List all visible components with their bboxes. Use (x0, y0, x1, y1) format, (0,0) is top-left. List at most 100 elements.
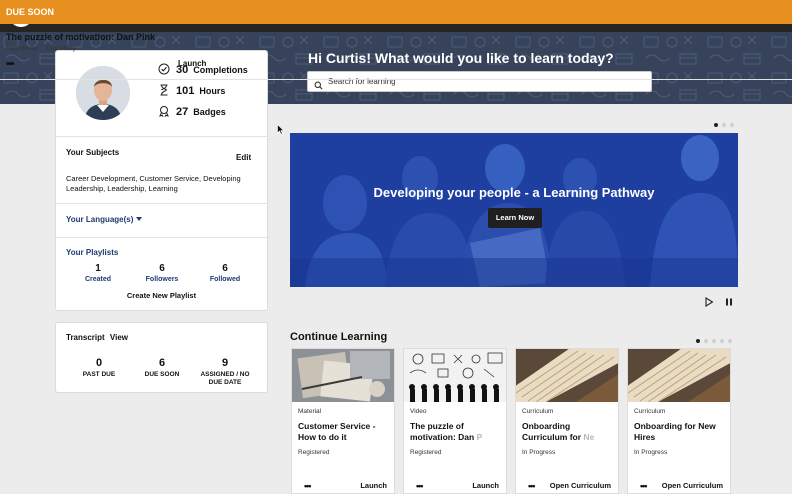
launch-button[interactable]: Launch (178, 59, 206, 68)
course-type: Material (298, 408, 322, 415)
course-title-line2: Hires (634, 432, 730, 443)
course-title-fade: Ne (583, 432, 595, 442)
launch-button[interactable]: Launch (360, 481, 387, 490)
caret-down-icon (136, 217, 143, 221)
course-thumbnail (292, 349, 394, 402)
carousel-dot[interactable] (712, 339, 716, 343)
course-status: Registered (298, 449, 330, 456)
course-thumbnail (516, 349, 618, 402)
languages-label: Your Language(s) (66, 215, 134, 224)
divider (56, 203, 267, 204)
due-soon-stat[interactable]: 6 DUE SOON (131, 357, 193, 379)
play-icon[interactable] (704, 294, 714, 307)
open-curriculum-button[interactable]: Open Curriculum (662, 481, 723, 490)
carousel-dot[interactable] (730, 123, 734, 127)
course-title-line2: Curriculum for Ne (522, 432, 618, 443)
launch-button[interactable]: Launch (472, 481, 499, 490)
course-title-line2-text: motivation: Dan (410, 432, 477, 442)
course-type: Video (410, 408, 427, 415)
transcript-label: Transcript (66, 333, 105, 342)
learn-now-button[interactable]: Learn Now (488, 208, 542, 228)
followers-count: 6 (159, 263, 165, 274)
view-transcript-link[interactable]: View (110, 333, 128, 342)
due-item-status: Registered (6, 45, 38, 52)
greeting-heading: Hi Curtis! What would you like to learn … (308, 50, 614, 66)
mouse-cursor-icon (277, 122, 285, 140)
assigned-label: ASSIGNED / NO DUE DATE (200, 371, 250, 386)
search-input[interactable] (328, 72, 643, 91)
playlists-created[interactable]: 1 Created (68, 263, 128, 283)
carousel-dot[interactable] (704, 339, 708, 343)
your-subjects-title: Your Subjects (66, 148, 120, 157)
transcript-title: Transcript View (66, 333, 128, 342)
course-title-line1: The puzzle of (410, 421, 464, 431)
assigned-stat[interactable]: 9 ASSIGNED / NO DUE DATE (194, 357, 256, 387)
due-soon-count: 6 (158, 357, 166, 369)
hours-label: Hours (199, 86, 226, 96)
badges-stat[interactable]: 27 Badges (158, 105, 226, 119)
divider (56, 136, 267, 137)
more-options-icon[interactable]: ••• (304, 482, 312, 491)
course-status: In Progress (522, 449, 556, 456)
playlists-followed[interactable]: 6 Followed (195, 263, 255, 283)
continue-learning-title: Continue Learning (290, 331, 388, 343)
due-item-meta: Registered Due today (6, 45, 83, 52)
carousel-dot[interactable] (714, 123, 718, 127)
due-soon-header: DUE SOON (0, 0, 792, 24)
badges-label: Badges (193, 107, 226, 117)
due-item-due: Due today (46, 45, 76, 52)
banner-carousel-indicator (714, 123, 734, 127)
more-options-icon[interactable]: ••• (6, 60, 14, 70)
course-card[interactable]: Material Customer Service - How to do it… (291, 348, 395, 494)
created-label: Created (84, 276, 112, 283)
course-type: Curriculum (522, 408, 554, 415)
past-due-label: PAST DUE (82, 371, 116, 378)
due-soon-label: DUE SOON (144, 371, 180, 378)
hours-value: 101 (176, 85, 195, 97)
course-type: Curriculum (634, 408, 666, 415)
past-due-stat[interactable]: 0 PAST DUE (68, 357, 130, 379)
edit-subjects-link[interactable]: Edit (236, 153, 251, 162)
pause-icon[interactable] (724, 294, 734, 306)
carousel-dot[interactable] (720, 339, 724, 343)
badges-value: 27 (176, 106, 189, 118)
course-thumbnail (628, 349, 730, 402)
course-title: The puzzle of motivation: Dan P (410, 421, 506, 443)
course-thumbnail (404, 349, 506, 402)
carousel-dot[interactable] (696, 339, 700, 343)
course-status: Registered (410, 449, 442, 456)
followed-label: Followed (209, 276, 241, 283)
course-title: Customer Service - How to do it (298, 421, 394, 443)
hours-stat[interactable]: 101 Hours (158, 84, 225, 98)
due-item-title[interactable]: The puzzle of motivation: Dan Pink (6, 32, 155, 42)
more-options-icon[interactable]: ••• (528, 482, 536, 491)
followed-count: 6 (222, 263, 228, 274)
carousel-dot[interactable] (722, 123, 726, 127)
course-title: Onboarding for New Hires (634, 421, 730, 443)
more-options-icon[interactable]: ••• (640, 482, 648, 491)
divider (0, 79, 792, 80)
course-card[interactable]: Curriculum Onboarding for New Hires In P… (627, 348, 731, 494)
badge-icon (158, 105, 170, 119)
learning-search-box[interactable] (307, 71, 652, 92)
more-options-icon[interactable]: ••• (416, 482, 424, 491)
create-playlist-link[interactable]: Create New Playlist (56, 291, 267, 300)
playlists-followers[interactable]: 6 Followers (132, 263, 192, 283)
your-playlists-title[interactable]: Your Playlists (66, 248, 118, 257)
carousel-dot[interactable] (728, 339, 732, 343)
languages-dropdown[interactable]: Your Language(s) (66, 215, 143, 224)
hourglass-icon (158, 84, 170, 98)
profile-card: 30 Completions 101 Hours 27 Badges Your … (55, 50, 268, 311)
created-count: 1 (95, 263, 101, 274)
course-title-line2: motivation: Dan P (410, 432, 506, 443)
open-curriculum-button[interactable]: Open Curriculum (550, 481, 611, 490)
check-circle-icon (158, 63, 170, 77)
course-status: In Progress (634, 449, 668, 456)
subjects-list: Career Development, Customer Service, De… (66, 174, 241, 193)
followers-label: Followers (145, 276, 179, 283)
avatar[interactable] (76, 66, 130, 120)
course-card[interactable]: Curriculum Onboarding Curriculum for Ne … (515, 348, 619, 494)
course-title-line1: Onboarding (522, 421, 571, 431)
course-card[interactable]: Video The puzzle of motivation: Dan P Re… (403, 348, 507, 494)
course-title: Onboarding Curriculum for Ne (522, 421, 618, 443)
